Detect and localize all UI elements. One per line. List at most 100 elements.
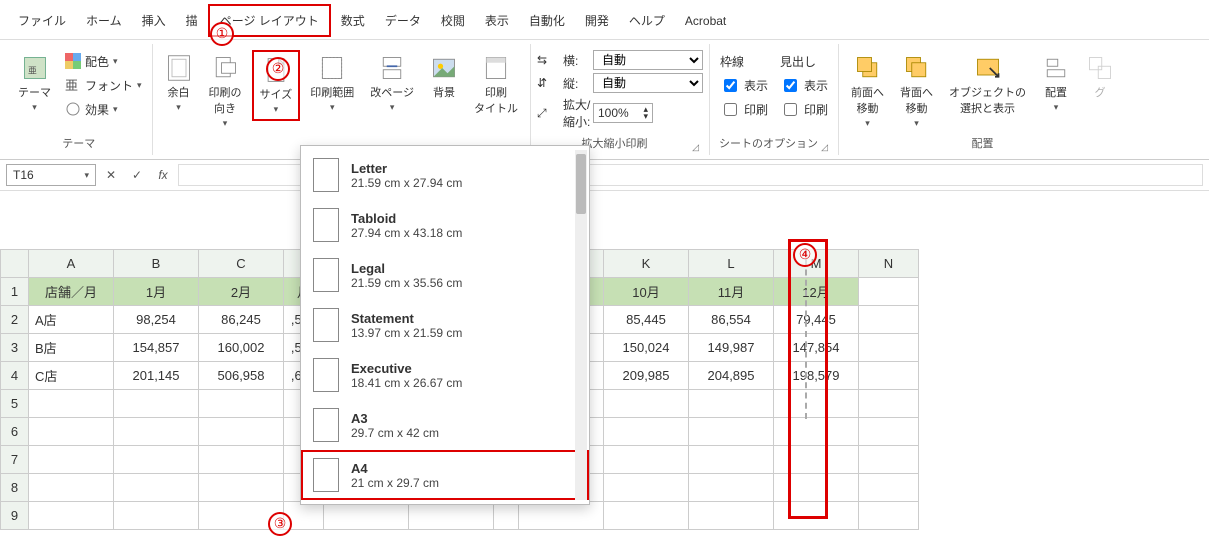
tab-help[interactable]: ヘルプ — [619, 6, 675, 35]
tab-review[interactable]: 校閲 — [431, 6, 475, 35]
cell[interactable] — [114, 502, 199, 530]
cell[interactable] — [199, 474, 284, 502]
cell[interactable] — [114, 446, 199, 474]
bring-forward-button[interactable]: 前面へ 移動 ▾ — [845, 50, 890, 133]
tab-home[interactable]: ホーム — [76, 6, 132, 35]
tab-file[interactable]: ファイル — [8, 6, 76, 35]
margins-button[interactable]: 余白 ▾ — [159, 50, 199, 117]
cell[interactable] — [114, 418, 199, 446]
cell[interactable] — [494, 502, 519, 530]
cell[interactable]: 2月 — [199, 278, 284, 306]
height-select[interactable]: 自動 — [593, 73, 703, 93]
background-button[interactable]: 背景 — [424, 50, 464, 104]
cell[interactable] — [604, 446, 689, 474]
print-titles-button[interactable]: 印刷 タイトル — [468, 50, 524, 120]
themes-button[interactable]: 亜 テーマ ▾ — [12, 50, 57, 117]
cell[interactable]: 160,002 — [199, 334, 284, 362]
cell[interactable] — [29, 502, 114, 530]
size-option-letter[interactable]: Letter21.59 cm x 27.94 cm — [301, 150, 589, 200]
cell[interactable] — [199, 418, 284, 446]
size-option-a3[interactable]: A329.7 cm x 42 cm — [301, 400, 589, 450]
orientation-button[interactable]: 印刷の 向き ▾ — [203, 50, 248, 133]
cell[interactable] — [114, 474, 199, 502]
size-option-tabloid[interactable]: Tabloid27.94 cm x 43.18 cm — [301, 200, 589, 250]
cell[interactable] — [859, 418, 919, 446]
scale-spinner[interactable]: 100% ▴▾ — [593, 103, 653, 123]
size-option-statement[interactable]: Statement13.97 cm x 21.59 cm — [301, 300, 589, 350]
cell[interactable]: 149,987 — [689, 334, 774, 362]
cell[interactable] — [859, 306, 919, 334]
cancel-formula-button[interactable]: ✕ — [100, 164, 122, 186]
cell[interactable]: 86,245 — [199, 306, 284, 334]
cell[interactable]: 154,857 — [114, 334, 199, 362]
cell[interactable] — [604, 390, 689, 418]
tab-formulas[interactable]: 数式 — [331, 6, 375, 35]
tab-insert[interactable]: 挿入 — [132, 6, 176, 35]
cell[interactable]: 10月 — [604, 278, 689, 306]
cell[interactable] — [114, 390, 199, 418]
row-header[interactable]: 2 — [1, 306, 29, 334]
cell[interactable]: 201,145 — [114, 362, 199, 390]
cell[interactable] — [859, 390, 919, 418]
col-header[interactable]: N — [859, 250, 919, 278]
cell[interactable]: 506,958 — [199, 362, 284, 390]
cell[interactable] — [859, 474, 919, 502]
tab-draw[interactable]: 描 — [176, 6, 208, 35]
col-header[interactable]: L — [689, 250, 774, 278]
cell[interactable]: 11月 — [689, 278, 774, 306]
row-header[interactable]: 6 — [1, 418, 29, 446]
cell[interactable]: 204,895 — [689, 362, 774, 390]
selection-pane-button[interactable]: オブジェクトの 選択と表示 — [943, 50, 1032, 120]
row-header[interactable]: 1 — [1, 278, 29, 306]
tab-data[interactable]: データ — [375, 6, 431, 35]
cell[interactable] — [859, 278, 919, 306]
cell[interactable] — [29, 446, 114, 474]
cell[interactable] — [604, 474, 689, 502]
cell[interactable]: 209,985 — [604, 362, 689, 390]
cell[interactable] — [519, 502, 604, 530]
headings-view-check[interactable]: 表示 — [776, 74, 832, 96]
tab-automate[interactable]: 自動化 — [519, 6, 575, 35]
breaks-button[interactable]: 改ページ ▾ — [364, 50, 420, 117]
fonts-button[interactable]: 亜 フォント ▾ — [61, 74, 146, 96]
cell[interactable] — [689, 446, 774, 474]
row-header[interactable]: 8 — [1, 474, 29, 502]
col-header[interactable]: A — [29, 250, 114, 278]
group-objects-button[interactable]: グ — [1080, 50, 1120, 104]
cell[interactable] — [199, 446, 284, 474]
tab-view[interactable]: 表示 — [475, 6, 519, 35]
enter-formula-button[interactable]: ✓ — [126, 164, 148, 186]
cell[interactable]: C店 — [29, 362, 114, 390]
effects-button[interactable]: 効果 ▾ — [61, 98, 146, 120]
cell[interactable] — [859, 334, 919, 362]
cell[interactable] — [859, 362, 919, 390]
cell[interactable] — [689, 390, 774, 418]
cell[interactable] — [29, 474, 114, 502]
cell[interactable]: B店 — [29, 334, 114, 362]
colors-button[interactable]: 配色 ▾ — [61, 50, 146, 72]
row-header[interactable]: 4 — [1, 362, 29, 390]
cell[interactable] — [29, 418, 114, 446]
group-sheet-options-expand[interactable]: ◿ — [821, 142, 832, 153]
tab-acrobat[interactable]: Acrobat — [675, 8, 736, 34]
cell[interactable] — [324, 502, 409, 530]
cell[interactable] — [29, 390, 114, 418]
col-header[interactable]: K — [604, 250, 689, 278]
scrollbar[interactable] — [575, 150, 587, 500]
cell[interactable] — [604, 418, 689, 446]
row-header[interactable]: 5 — [1, 390, 29, 418]
cell[interactable] — [689, 418, 774, 446]
cell[interactable] — [689, 474, 774, 502]
row-header[interactable]: 7 — [1, 446, 29, 474]
fx-button[interactable]: fx — [152, 164, 174, 186]
cell[interactable]: 86,554 — [689, 306, 774, 334]
size-option-legal[interactable]: Legal21.59 cm x 35.56 cm — [301, 250, 589, 300]
print-area-button[interactable]: 印刷範囲 ▾ — [304, 50, 360, 117]
send-backward-button[interactable]: 背面へ 移動 ▾ — [894, 50, 939, 133]
headings-print-check[interactable]: 印刷 — [776, 98, 832, 120]
cell[interactable] — [199, 390, 284, 418]
name-box[interactable]: T16 ▾ — [6, 164, 96, 186]
col-header[interactable]: C — [199, 250, 284, 278]
select-all-cell[interactable] — [1, 250, 29, 278]
group-scale-expand[interactable]: ◿ — [692, 142, 703, 153]
